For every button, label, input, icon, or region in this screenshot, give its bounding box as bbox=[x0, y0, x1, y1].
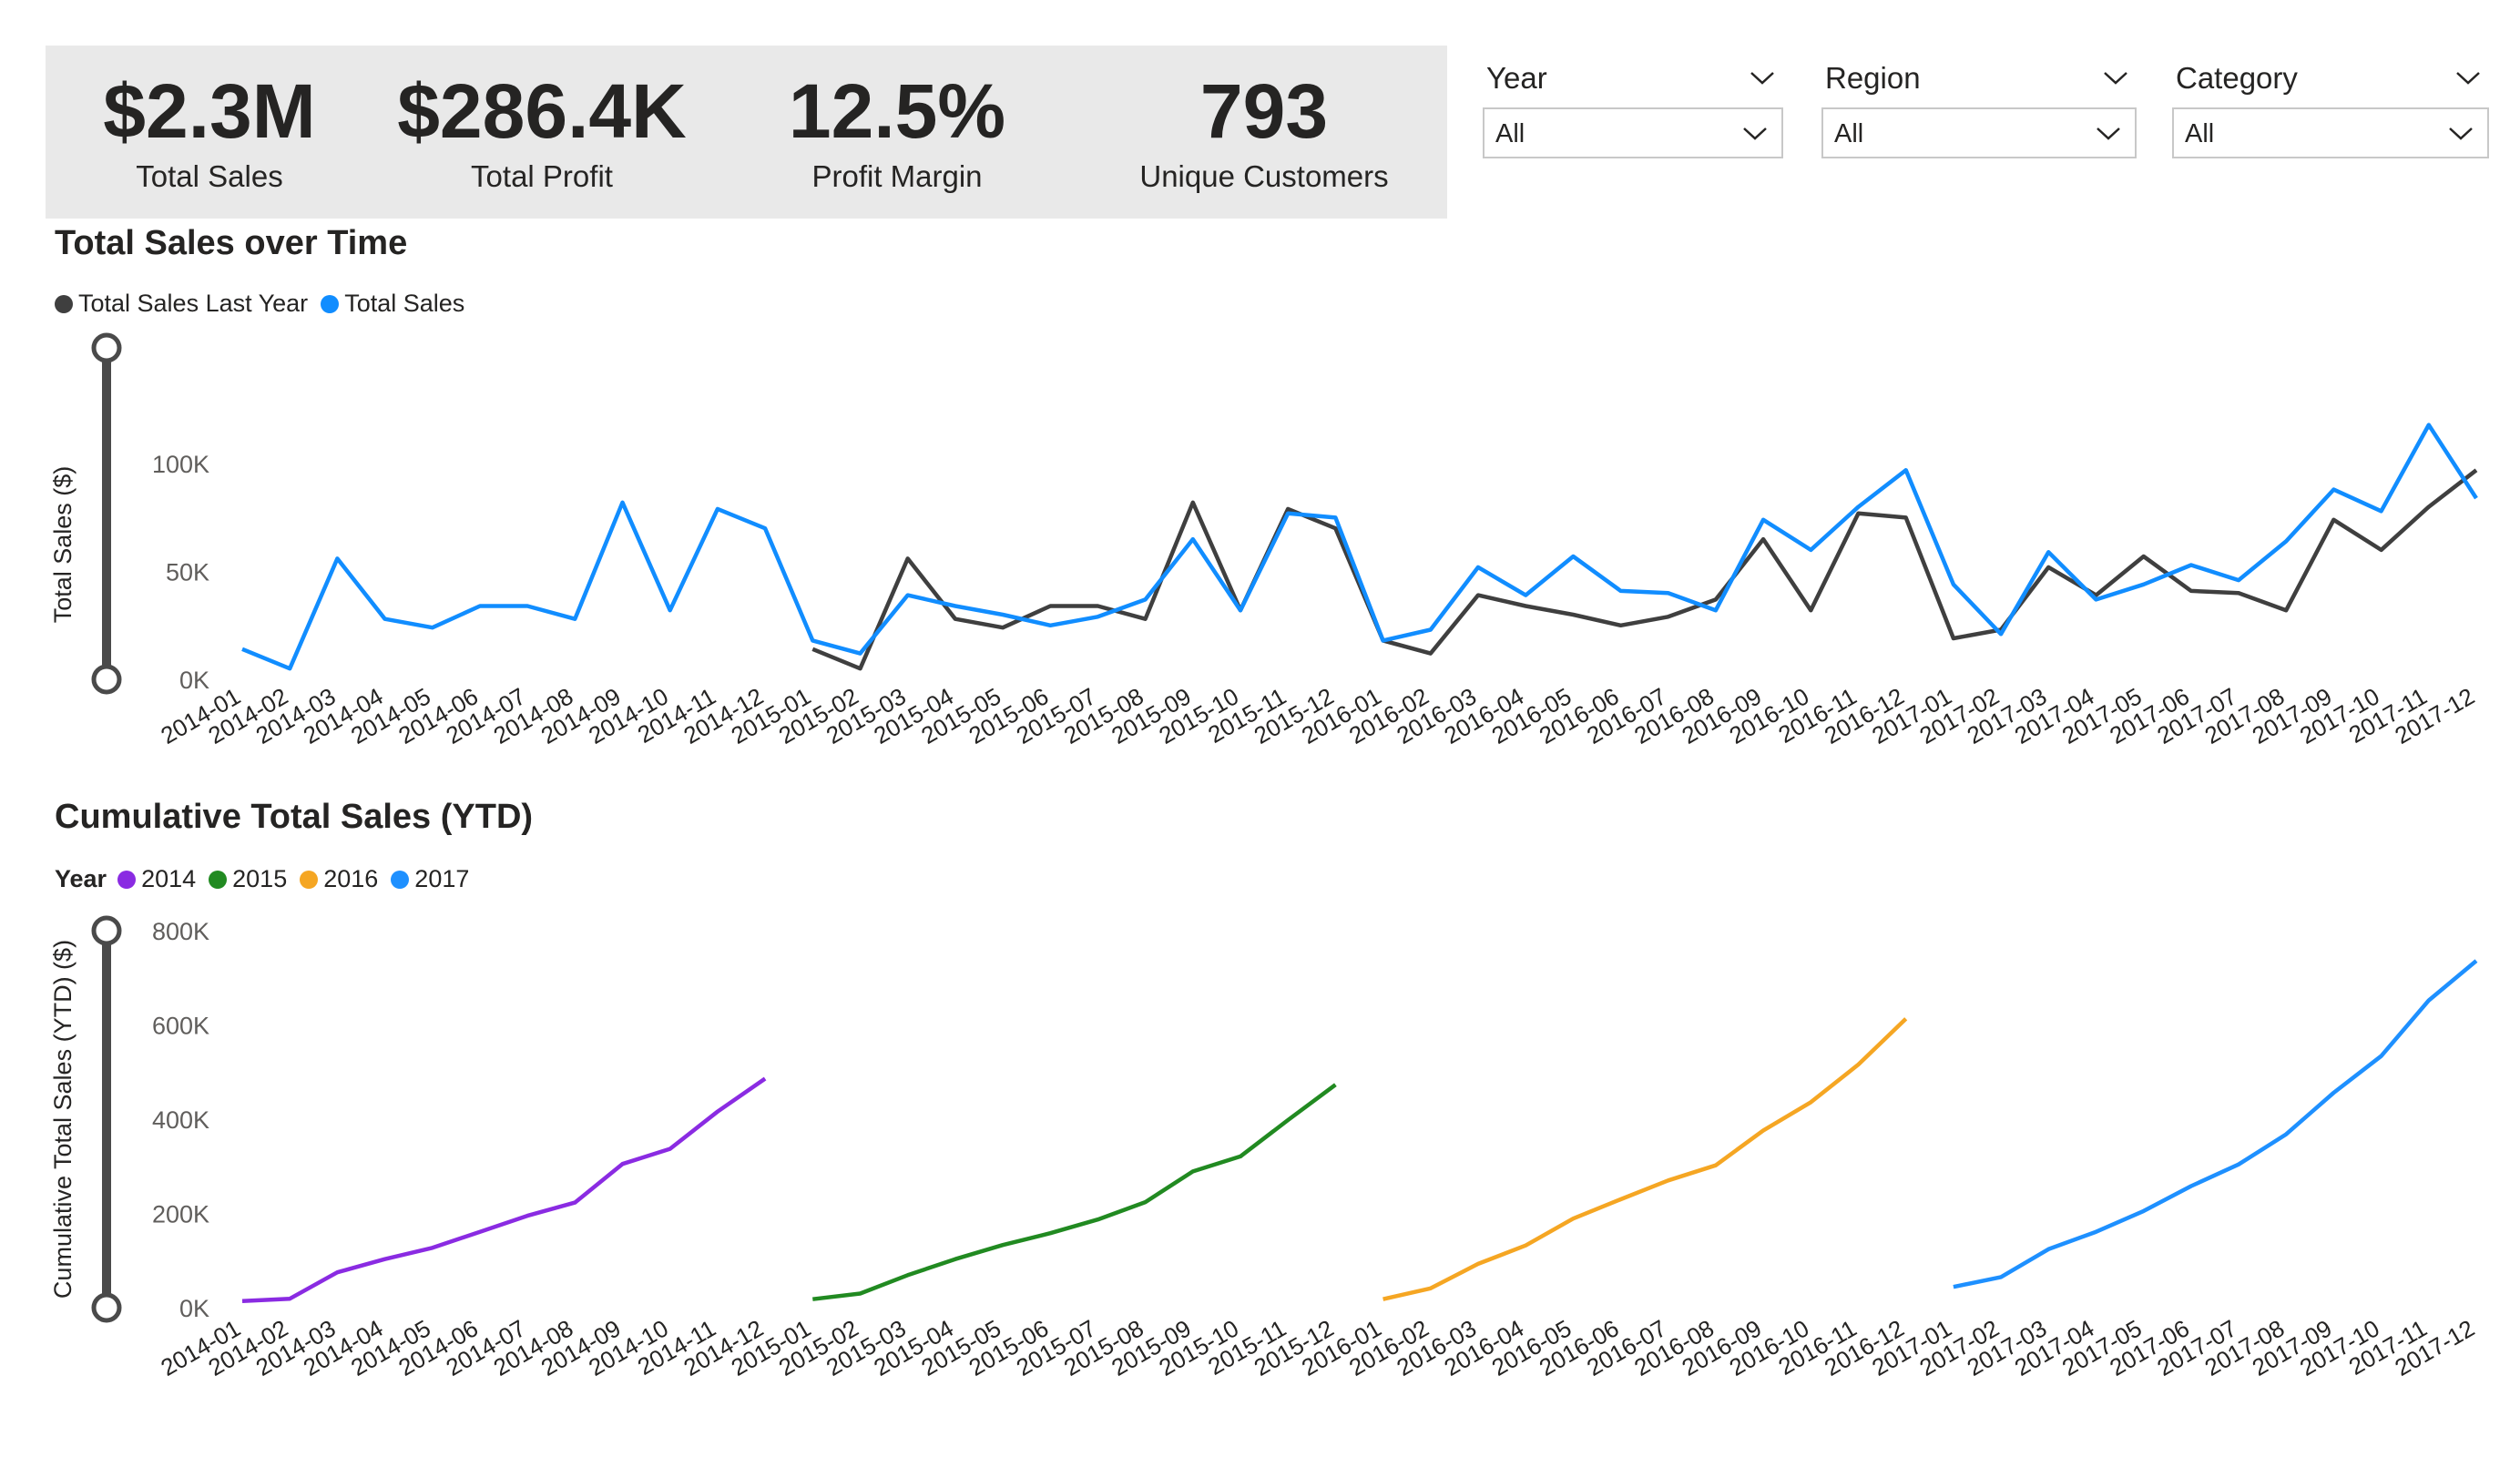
kpi-label: Total Profit bbox=[471, 159, 613, 193]
kpi-value: 793 bbox=[1199, 68, 1329, 154]
zoom-slider-handle-bottom[interactable] bbox=[91, 1292, 122, 1323]
zoom-slider-handle-top[interactable] bbox=[91, 915, 122, 946]
legend-item[interactable]: Total Sales bbox=[321, 290, 464, 318]
slicer-dropdown[interactable]: All bbox=[2172, 107, 2489, 158]
kpi-card-unique-customers: 793 Unique Customers bbox=[1073, 66, 1455, 197]
kpi-card-total-profit: $286.4K Total Profit bbox=[351, 66, 733, 197]
series-line-2015 bbox=[812, 1083, 1337, 1301]
slicer-dropdown[interactable]: All bbox=[1821, 107, 2137, 158]
chevron-down-icon[interactable] bbox=[1749, 64, 1776, 91]
kpi-value: 12.5% bbox=[788, 68, 1006, 154]
series-line-total-sales-last-year bbox=[811, 468, 2478, 671]
legend-dot-icon bbox=[209, 870, 228, 889]
y-tick-label: 800K bbox=[152, 918, 209, 945]
kpi-value: $286.4K bbox=[397, 68, 687, 154]
legend-label: 2015 bbox=[232, 865, 288, 892]
slicer-title: Category bbox=[2176, 61, 2298, 95]
cumulative-sales-line-chart: Cumulative Total Sales (YTD) ($) 0K 200K 40… bbox=[49, 915, 2479, 1381]
legend-item[interactable]: 2016 bbox=[300, 865, 378, 893]
series-line-total-sales bbox=[241, 423, 2478, 671]
slicer-selected-value: All bbox=[1495, 119, 1525, 148]
slicer-year: Year All bbox=[1483, 56, 1783, 162]
kpi-value: $2.3M bbox=[103, 68, 316, 154]
legend-label: 2014 bbox=[141, 865, 197, 892]
legend-dot-icon bbox=[321, 294, 340, 313]
y-tick-label: 0K bbox=[179, 667, 209, 694]
legend-label: Total Sales Last Year bbox=[78, 290, 309, 317]
legend-item[interactable]: 2017 bbox=[391, 865, 469, 893]
zoom-slider-handle-top[interactable] bbox=[91, 332, 122, 363]
slicer-region: Region All bbox=[1821, 56, 2137, 162]
legend-title: Year bbox=[55, 865, 107, 892]
legend-dot-icon bbox=[55, 294, 73, 313]
y-tick-label: 600K bbox=[152, 1013, 209, 1040]
legend-item[interactable]: Total Sales Last Year bbox=[55, 290, 308, 318]
legend-dot-icon bbox=[391, 870, 410, 889]
series-line-2017 bbox=[1953, 959, 2478, 1289]
chart-title-cumulative-sales: Cumulative Total Sales (YTD) bbox=[55, 798, 534, 836]
chevron-down-icon[interactable] bbox=[2102, 64, 2129, 91]
chevron-down-icon[interactable] bbox=[1741, 119, 1769, 147]
kpi-card-profit-margin: 12.5% Profit Margin bbox=[706, 66, 1088, 197]
slicer-title: Year bbox=[1486, 61, 1547, 95]
slicer-header[interactable]: Year bbox=[1483, 56, 1783, 100]
chart-title-total-sales: Total Sales over Time bbox=[55, 224, 408, 262]
slicer-title: Region bbox=[1825, 61, 1921, 95]
y-tick-label: 50K bbox=[166, 559, 209, 586]
legend-dot-icon bbox=[117, 870, 137, 889]
slicer-header[interactable]: Category bbox=[2172, 56, 2489, 100]
series-line-2014 bbox=[241, 1076, 767, 1304]
slicer-dropdown[interactable]: All bbox=[1483, 107, 1783, 158]
legend-label: 2017 bbox=[414, 865, 470, 892]
y-axis-label: Cumulative Total Sales (YTD) ($) bbox=[49, 940, 77, 1299]
kpi-panel: $2.3M Total Sales $286.4K Total Profit 1… bbox=[46, 46, 1447, 219]
kpi-card-total-sales: $2.3M Total Sales bbox=[18, 66, 401, 197]
slicer-selected-value: All bbox=[2185, 119, 2215, 148]
legend-total-sales: Total Sales Last Year Total Sales bbox=[55, 290, 477, 318]
chevron-down-icon[interactable] bbox=[2454, 64, 2482, 91]
kpi-label: Total Sales bbox=[136, 159, 283, 193]
y-axis-label: Total Sales ($) bbox=[49, 466, 77, 624]
series-line-2016 bbox=[1382, 1017, 1908, 1301]
legend-label: Total Sales bbox=[344, 290, 465, 317]
slicer-category: Category All bbox=[2172, 56, 2489, 162]
kpi-label: Unique Customers bbox=[1139, 159, 1389, 193]
legend-cumulative-sales: Year 2014 2015 2016 2017 bbox=[55, 865, 482, 893]
slicer-selected-value: All bbox=[1834, 119, 1864, 148]
kpi-label: Profit Margin bbox=[811, 159, 983, 193]
total-sales-line-chart: Total Sales ($)0K50K100K2014-012014-0220… bbox=[49, 332, 2479, 749]
chevron-down-icon[interactable] bbox=[2095, 119, 2122, 147]
chevron-down-icon[interactable] bbox=[2447, 119, 2474, 147]
y-tick-label: 0K bbox=[179, 1295, 209, 1322]
legend-label: 2016 bbox=[323, 865, 379, 892]
legend-dot-icon bbox=[300, 870, 319, 889]
y-tick-label: 400K bbox=[152, 1106, 209, 1134]
y-tick-label: 200K bbox=[152, 1201, 209, 1228]
zoom-slider-handle-bottom[interactable] bbox=[91, 664, 122, 695]
y-tick-label: 100K bbox=[152, 451, 209, 478]
slicer-header[interactable]: Region bbox=[1821, 56, 2137, 100]
legend-item[interactable]: 2014 bbox=[117, 865, 196, 893]
legend-item[interactable]: 2015 bbox=[209, 865, 287, 893]
